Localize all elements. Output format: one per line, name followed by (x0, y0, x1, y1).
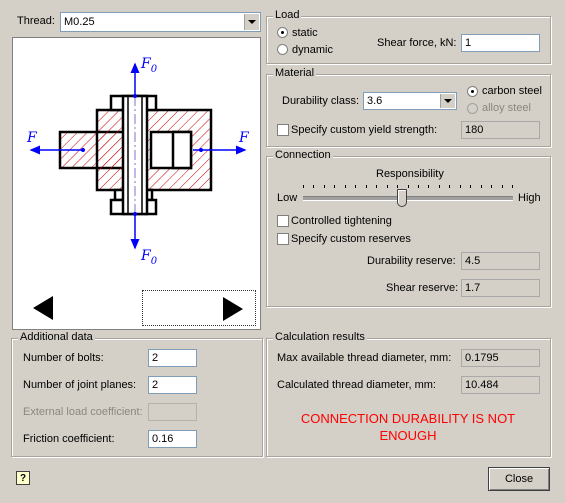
slider-tick (428, 185, 429, 188)
calculated-diameter-field: 10.484 (461, 376, 540, 394)
material-title: Material (273, 67, 317, 79)
shear-reserve-label: Shear reserve: (386, 282, 459, 294)
calculated-diameter-label: Calculated thread diameter, mm: (277, 379, 436, 391)
dynamic-label: dynamic (292, 44, 333, 56)
thread-dropdown-button[interactable] (244, 14, 259, 30)
bolt-joint-drawing (29, 62, 247, 250)
thread-label: Thread: (17, 15, 55, 27)
external-load-label: External load coefficient: (23, 406, 143, 418)
durability-class-label: Durability class: (282, 95, 360, 107)
slider-tick (512, 185, 513, 188)
warning-line-1: CONNECTION DURABILITY IS NOT (300, 411, 516, 426)
load-title: Load (273, 9, 302, 21)
next-arrow-icon[interactable] (223, 297, 243, 321)
slider-tick (387, 185, 388, 188)
bolts-input[interactable]: 2 (148, 349, 197, 367)
slider-tick (376, 185, 377, 188)
close-button[interactable]: Close (488, 467, 550, 491)
chevron-down-icon (248, 20, 256, 24)
responsibility-label: Responsibility (376, 168, 444, 180)
thread-value: M0.25 (64, 16, 95, 28)
slider-tick (303, 185, 304, 188)
slider-tick (502, 185, 503, 188)
alloy-steel-label: alloy steel (482, 102, 531, 114)
previous-arrow-icon[interactable] (33, 296, 53, 320)
static-radio[interactable] (277, 27, 288, 38)
chevron-down-icon (444, 99, 452, 103)
slider-tick (481, 185, 482, 188)
force-top-label: F0 (141, 56, 158, 75)
slider-tick (460, 185, 461, 188)
durability-reserve-field: 4.5 (461, 252, 540, 270)
static-label: static (292, 27, 318, 39)
custom-reserves-checkbox[interactable] (277, 233, 289, 245)
durability-warning: CONNECTION DURABILITY IS NOT ENOUGH (270, 410, 546, 444)
external-load-input (148, 403, 197, 421)
slider-tick (439, 185, 440, 188)
responsibility-slider-track[interactable] (303, 196, 513, 201)
carbon-steel-radio[interactable] (467, 86, 478, 97)
controlled-tightening-checkbox[interactable] (277, 215, 289, 227)
responsibility-low-label: Low (277, 192, 298, 204)
connection-title: Connection (273, 149, 333, 161)
slider-tick (397, 185, 398, 188)
slider-tick (491, 185, 492, 188)
slider-tick (355, 185, 356, 188)
controlled-tightening-label: Controlled tightening (291, 215, 392, 227)
custom-yield-field: 180 (461, 121, 540, 139)
joint-planes-input[interactable]: 2 (148, 376, 197, 394)
durability-reserve-label: Durability reserve: (367, 255, 456, 267)
friction-input[interactable]: 0.16 (148, 430, 197, 448)
force-right-label: F (239, 130, 249, 146)
slider-tick (408, 185, 409, 188)
custom-yield-label: Specify custom yield strength: (291, 124, 438, 136)
shear-reserve-field: 1.7 (461, 279, 540, 297)
help-icon[interactable]: ? (16, 471, 30, 485)
responsibility-ticks (303, 185, 513, 189)
durability-class-value: 3.6 (367, 95, 383, 107)
joint-planes-label: Number of joint planes: (23, 379, 137, 391)
custom-yield-checkbox[interactable] (277, 124, 289, 136)
max-diameter-field: 0.1795 (461, 349, 540, 367)
responsibility-high-label: High (518, 192, 541, 204)
slider-tick (324, 185, 325, 188)
additional-data-title: Additional data (18, 331, 95, 343)
warning-line-2: ENOUGH (379, 428, 437, 443)
slider-tick (345, 185, 346, 188)
shear-force-input[interactable]: 1 (461, 34, 540, 52)
slider-tick (366, 185, 367, 188)
responsibility-slider-thumb[interactable] (396, 189, 407, 207)
slider-tick (449, 185, 450, 188)
slider-tick (470, 185, 471, 188)
durability-class-select[interactable]: 3.6 (363, 92, 457, 110)
bolts-label: Number of bolts: (23, 352, 104, 364)
carbon-steel-label: carbon steel (482, 85, 542, 97)
custom-reserves-label: Specify custom reserves (291, 233, 411, 245)
next-button-focus[interactable] (142, 290, 256, 326)
slider-tick (334, 185, 335, 188)
shear-force-label: Shear force, kN: (377, 37, 457, 49)
alloy-steel-radio (467, 103, 478, 114)
durability-dropdown-button[interactable] (440, 94, 455, 108)
slider-tick (313, 185, 314, 188)
force-bottom-label: F0 (141, 248, 158, 267)
max-diameter-label: Max available thread diameter, mm: (277, 352, 452, 364)
bolt-diagram: F0 F F F0 (12, 37, 261, 330)
thread-select[interactable]: M0.25 (60, 12, 261, 32)
force-left-label: F (27, 130, 37, 146)
dynamic-radio[interactable] (277, 44, 288, 55)
friction-label: Friction coefficient: (23, 433, 115, 445)
results-title: Calculation results (273, 331, 367, 343)
slider-tick (418, 185, 419, 188)
